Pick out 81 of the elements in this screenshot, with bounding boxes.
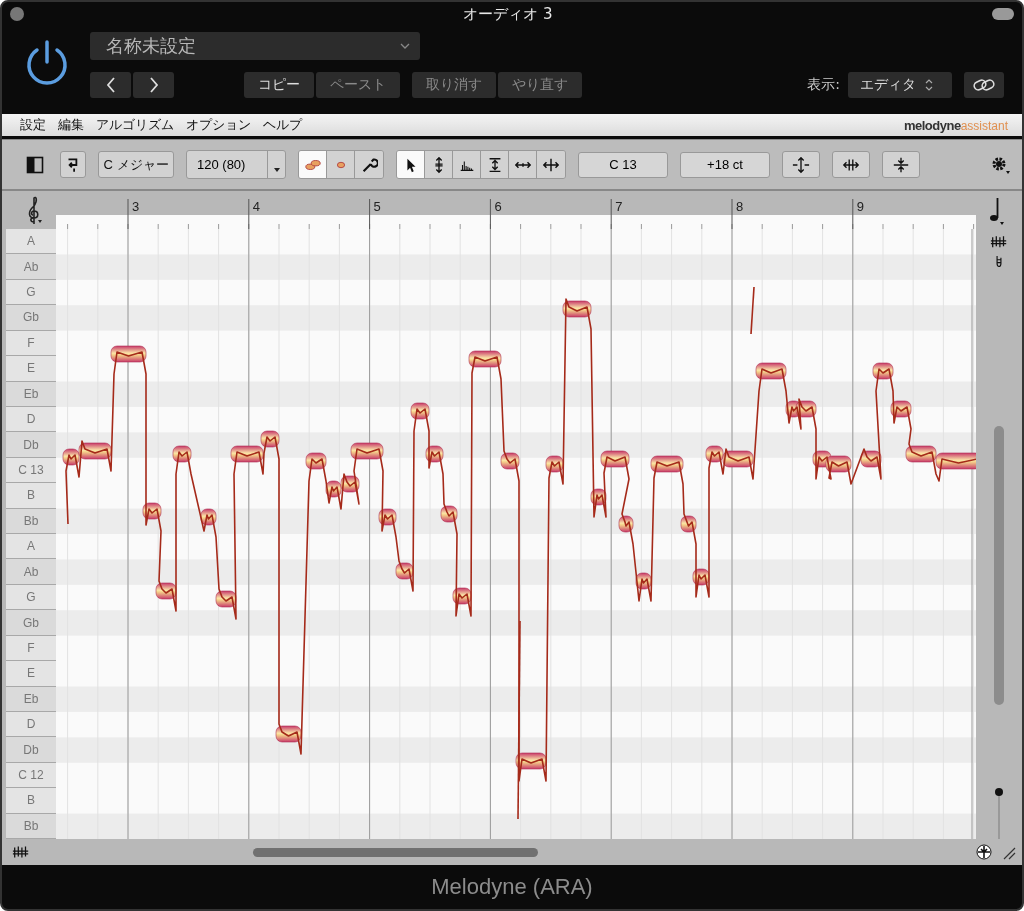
preset-dropdown[interactable]: 名称未設定	[90, 32, 420, 60]
pitch-key[interactable]: B	[6, 483, 56, 509]
pitch-key[interactable]: F	[6, 330, 56, 357]
link-button[interactable]	[964, 72, 1004, 98]
pitch-key[interactable]: C 12	[6, 762, 56, 789]
quantize-time-button[interactable]	[832, 151, 870, 178]
scale-button[interactable]: C メジャー	[98, 151, 174, 178]
window-button[interactable]	[10, 7, 24, 21]
caret-icon	[400, 43, 410, 49]
pitch-key[interactable]: E	[6, 356, 56, 382]
sharp-flat-icon[interactable]	[12, 845, 30, 859]
previous-button[interactable]	[90, 72, 131, 98]
menu-item[interactable]: アルゴリズム	[96, 116, 174, 134]
note-tool[interactable]	[299, 151, 327, 178]
pitch-key[interactable]: D	[6, 406, 56, 433]
tuning-icon[interactable]	[994, 254, 1004, 270]
time-tool[interactable]	[509, 151, 537, 178]
import-button[interactable]	[60, 151, 86, 178]
zoom-slider-thumb[interactable]	[995, 787, 1003, 796]
bar-number: 8	[736, 199, 744, 214]
center-pitch-button[interactable]	[782, 151, 820, 178]
edit-button[interactable]: コピー	[244, 72, 314, 98]
pitch-key[interactable]: Db	[6, 737, 56, 763]
pitch-key[interactable]: G	[6, 279, 56, 306]
brand-logo: melodyneassistant	[903, 117, 1008, 133]
bar-number: 4	[252, 199, 261, 214]
pitch-key[interactable]: D	[6, 712, 56, 738]
chevron-left-icon	[105, 77, 116, 93]
caret-icon	[273, 168, 280, 172]
view-label: 表示:	[807, 76, 840, 94]
menu-item[interactable]: 編集	[58, 116, 84, 134]
bar-number: 9	[856, 199, 865, 214]
pitch-key[interactable]: F	[6, 635, 56, 662]
pitch-key[interactable]: Bb	[6, 813, 56, 840]
host-label: Melodyne (ARA)	[431, 874, 593, 900]
pitch-key[interactable]: Eb	[6, 381, 56, 407]
pitch-key[interactable]: Ab	[6, 559, 56, 585]
fit-view-icon[interactable]	[976, 844, 992, 860]
pitch-tool[interactable]	[425, 151, 453, 178]
pitch-key[interactable]: Eb	[6, 686, 56, 712]
up-down-icon	[924, 78, 934, 92]
sharp-flat-icon[interactable]	[990, 235, 1008, 249]
pitch-key[interactable]: G	[6, 584, 56, 611]
pitch-key[interactable]: Bb	[6, 508, 56, 535]
formant-tool[interactable]	[481, 151, 509, 178]
pitch-key[interactable]: A	[6, 534, 56, 560]
pointer-tool[interactable]	[397, 151, 425, 178]
pitch-readout: C 13	[578, 151, 668, 178]
window-title: オーディオ 3	[463, 4, 553, 24]
pitch-key[interactable]: Gb	[6, 610, 56, 636]
view-dropdown[interactable]: エディタ	[848, 72, 952, 98]
pitch-key[interactable]: B	[6, 788, 56, 814]
split-tool[interactable]	[537, 151, 565, 178]
menu-item[interactable]: 設定	[20, 116, 46, 134]
pitch-drift-button[interactable]	[882, 151, 920, 178]
pitch-key[interactable]: E	[6, 661, 56, 687]
sidebar-icon	[26, 155, 44, 174]
bar-number: 3	[132, 199, 140, 214]
wrench-tool[interactable]	[355, 151, 383, 178]
vertical-scrollbar[interactable]	[994, 425, 1004, 705]
pitch-key[interactable]: Ab	[6, 254, 56, 280]
pitch-key[interactable]: C 13	[6, 457, 56, 484]
menu-item[interactable]: オプション	[186, 116, 251, 134]
bar-ruler[interactable]: 3 4 5 6 7 8 9	[56, 191, 976, 229]
chevron-right-icon	[148, 77, 159, 93]
pitch-key[interactable]: A	[6, 229, 56, 255]
bar-number: 5	[373, 199, 381, 214]
window-button[interactable]	[992, 8, 1014, 20]
horizontal-scrollbar[interactable]	[253, 847, 538, 857]
menu-item[interactable]: ヘルプ	[263, 116, 302, 134]
amplitude-tool[interactable]	[453, 151, 481, 178]
tempo-field[interactable]: 120 (80)	[186, 150, 286, 179]
link-icon	[972, 77, 996, 93]
center-arrows-icon	[790, 155, 812, 174]
cents-readout: +18 ct	[680, 151, 770, 178]
next-button[interactable]	[133, 72, 174, 98]
bar-number: 7	[615, 199, 623, 214]
wrench-icon	[360, 155, 378, 174]
pitch-key[interactable]: Gb	[6, 305, 56, 331]
bar-number: 6	[494, 199, 502, 214]
pitch-key[interactable]: Db	[6, 432, 56, 458]
